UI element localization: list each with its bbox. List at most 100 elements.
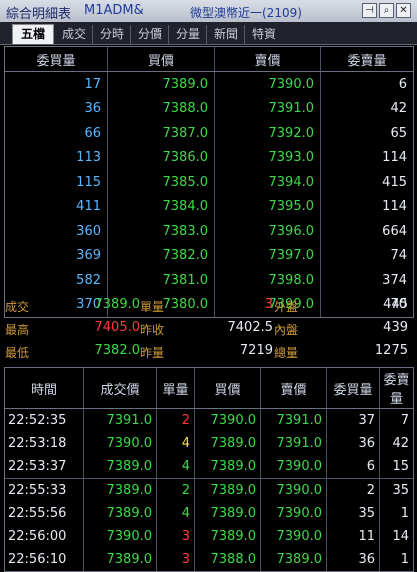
bid-volume: 35	[326, 502, 380, 525]
tab-news[interactable]: 新聞	[208, 25, 245, 44]
bid-price: 7389.0	[194, 478, 261, 502]
yvol-value: 7219	[239, 343, 273, 358]
in-label: 內盤	[274, 323, 299, 337]
bid-price: 7390.0	[194, 408, 261, 432]
time: 22:56:00	[5, 525, 84, 548]
header-bid-volume: 委買量	[5, 47, 108, 72]
book-row[interactable]: 411 7384.0 7395.0 114	[5, 194, 413, 219]
time: 22:55:56	[5, 502, 84, 525]
ask-volume: 114	[382, 150, 407, 166]
ask-price: 7390.0	[214, 71, 321, 97]
window-title: 綜合明細表	[6, 7, 72, 22]
tab-minute[interactable]: 分時	[94, 25, 131, 44]
book-row[interactable]: 17 7389.0 7390.0 6	[5, 71, 413, 97]
bid-price: 7388.0	[107, 96, 215, 121]
unit-volume: 2	[156, 408, 195, 432]
time: 22:52:35	[5, 408, 84, 432]
ask-volume: 374	[382, 272, 407, 288]
book-row[interactable]: 113 7386.0 7393.0 114	[5, 145, 413, 170]
ask-price: 7396.0	[214, 219, 321, 244]
bid-volume: 115	[5, 170, 108, 195]
tab-special[interactable]: 特資	[246, 25, 282, 44]
ask-volume: 6	[398, 76, 407, 92]
ask-price: 7390.0	[260, 455, 327, 479]
unit-volume: 2	[156, 478, 195, 502]
ask-price: 7391.0	[260, 408, 327, 432]
book-row[interactable]: 36 7388.0 7391.0 42	[5, 96, 413, 121]
tick-row[interactable]: 22:56:10 7389.0 3 7388.0 7389.0 36 1	[5, 548, 413, 571]
ask-price: 7398.0	[214, 268, 321, 293]
ask-volume: 15	[392, 459, 409, 474]
time: 22:53:37	[5, 455, 84, 479]
unit-value: 3	[264, 297, 273, 312]
total-label: 總量	[274, 346, 299, 360]
book-row[interactable]: 115 7385.0 7394.0 415	[5, 170, 413, 195]
bid-volume: 17	[5, 71, 108, 97]
header-trade-price: 成交價	[83, 368, 157, 409]
trade-ticks: 時間 成交價 單量 買價 賣價 委買量 委賣量 22:52:35 7391.0 2 7…	[4, 367, 414, 572]
tick-row[interactable]: 22:55:56 7389.0 4 7389.0 7390.0 35 1	[5, 502, 413, 525]
bid-price: 7388.0	[194, 548, 261, 571]
tab-bar: 五檔 成交 分時 分價 分量 新聞 特資	[0, 22, 417, 45]
in-value: 439	[383, 320, 408, 335]
book-row[interactable]: 369 7382.0 7397.0 74	[5, 243, 413, 268]
bid-volume: 411	[5, 194, 108, 219]
ask-volume: 7	[400, 413, 409, 428]
trade-label: 成交	[5, 300, 30, 314]
trade-price: 7389.0	[83, 478, 157, 502]
search-icon[interactable]: ⌕	[379, 3, 394, 18]
header-bid-price: 買價	[107, 47, 215, 72]
ask-price: 7391.0	[214, 96, 321, 121]
ask-price: 7391.0	[260, 432, 327, 455]
book-row[interactable]: 582 7381.0 7398.0 374	[5, 268, 413, 293]
trade-price: 7389.0	[83, 502, 157, 525]
tab-price-dist[interactable]: 分價	[132, 25, 169, 44]
bid-price: 7389.0	[194, 525, 261, 548]
ask-price: 7392.0	[214, 121, 321, 146]
yvol-label: 昨量	[140, 346, 165, 360]
prev-value: 7402.5	[227, 320, 274, 335]
bid-volume: 113	[5, 145, 108, 170]
ask-price: 7394.0	[214, 170, 321, 195]
ask-price: 7393.0	[214, 145, 321, 170]
out-label: 外盤	[274, 300, 299, 314]
tick-row[interactable]: 22:53:18 7390.0 4 7389.0 7391.0 36 42	[5, 432, 413, 455]
high-value: 7405.0	[94, 320, 141, 335]
symbol-code[interactable]: M1ADM&	[84, 3, 144, 18]
tick-row[interactable]: 22:56:00 7390.0 3 7389.0 7390.0 11 14	[5, 525, 413, 548]
close-icon[interactable]: ✕	[396, 3, 411, 18]
bid-volume: 2	[326, 478, 380, 502]
bid-volume: 36	[5, 96, 108, 121]
tick-row[interactable]: 22:55:33 7389.0 2 7389.0 7390.0 2 35	[5, 478, 413, 502]
quote-summary: 成交 7389.0 單量 3 外盤 445 最高 7405.0 昨收 7402.…	[0, 292, 417, 364]
tab-trades[interactable]: 成交	[56, 25, 93, 44]
ask-price: 7390.0	[260, 478, 327, 502]
tab-volume-dist[interactable]: 分量	[170, 25, 207, 44]
header-unit-volume: 單量	[156, 368, 195, 409]
ask-volume: 415	[382, 174, 407, 190]
tick-row[interactable]: 22:52:35 7391.0 2 7390.0 7391.0 37 7	[5, 408, 413, 432]
book-row[interactable]: 66 7387.0 7392.0 65	[5, 121, 413, 146]
prev-label: 昨收	[140, 323, 165, 337]
tick-row[interactable]: 22:53:37 7389.0 4 7389.0 7390.0 6 15	[5, 455, 413, 479]
header-bid-price: 買價	[194, 368, 261, 409]
order-book: 委買量 買價 賣價 委賣量 17 7389.0 7390.0 6 36 7388.0 739…	[4, 46, 414, 318]
ask-volume: 14	[392, 529, 409, 544]
bid-price: 7389.0	[107, 71, 215, 97]
book-row[interactable]: 360 7383.0 7396.0 664	[5, 219, 413, 244]
ask-volume: 114	[382, 199, 407, 215]
bid-price: 7387.0	[107, 121, 215, 146]
ask-volume: 1	[400, 552, 409, 567]
header-bid-volume: 委買量	[326, 368, 380, 409]
tab-order-book[interactable]: 五檔	[12, 24, 54, 44]
ask-price: 7395.0	[214, 194, 321, 219]
bid-volume: 36	[326, 548, 380, 571]
bid-volume: 6	[326, 455, 380, 479]
low-value: 7382.0	[94, 343, 141, 358]
pin-icon[interactable]: ⊣	[362, 3, 377, 18]
bid-volume: 36	[326, 432, 380, 455]
ask-volume: 42	[392, 436, 409, 451]
total-value: 1275	[374, 343, 408, 358]
unit-volume: 4	[156, 432, 195, 455]
trade-price: 7391.0	[83, 408, 157, 432]
